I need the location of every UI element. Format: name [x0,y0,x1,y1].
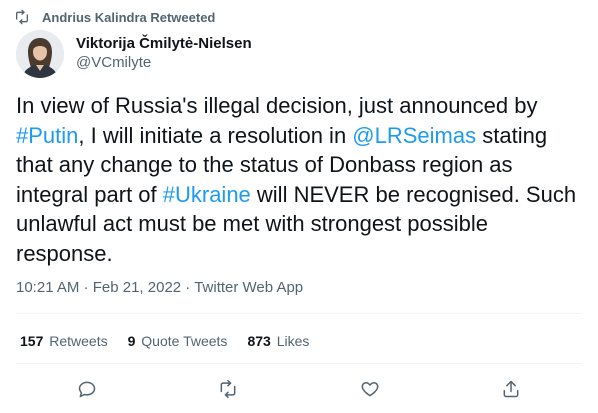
reply-button[interactable] [70,376,104,402]
retweets-label: Retweets [49,333,108,349]
tweet-text-segment: , I will initiate a resolution in [78,122,353,148]
tweet-source[interactable]: Twitter Web App [194,279,303,296]
retweets-count: 157 [20,333,44,349]
tweet-time[interactable]: 10:21 AM [16,279,79,296]
tweet-text: In view of Russia's illegal decision, ju… [16,91,582,268]
author-name[interactable]: Viktorija Čmilytė-Nielsen [76,34,252,53]
quote-tweets-label: Quote Tweets [141,333,228,349]
tweet-meta: 10:21 AM · Feb 21, 2022 · Twitter Web Ap… [16,279,303,296]
retweet-button[interactable] [211,376,245,402]
hashtag-ukraine-link[interactable]: #Ukraine [163,182,251,207]
meta-separator: · [181,279,195,296]
tweet-date[interactable]: Feb 21, 2022 [93,279,181,296]
retweets-stat[interactable]: 157 Retweets [20,333,108,349]
tweet-stats: 157 Retweets 9 Quote Tweets 873 Likes [20,333,309,349]
retweet-icon [220,379,236,399]
retweet-context-label: Andrius Kalindra Retweeted [42,9,216,25]
avatar[interactable] [16,30,64,78]
quote-tweets-stat[interactable]: 9 Quote Tweets [128,333,228,349]
quote-tweets-count: 9 [127,333,136,349]
divider [16,363,582,364]
likes-label: Likes [276,333,310,349]
likes-count: 873 [247,333,271,349]
like-icon [361,382,379,397]
retweet-context[interactable]: Andrius Kalindra Retweeted [14,8,215,26]
hashtag-putin-link[interactable]: #Putin [16,123,78,148]
likes-stat[interactable]: 873 Likes [247,333,309,349]
avatar-image [16,30,64,78]
share-icon [503,380,519,398]
author-block[interactable]: Viktorija Čmilytė-Nielsen @VCmilyte [76,34,252,72]
mention-lrseimas-link[interactable]: @LRSeimas [352,123,476,148]
retweet-icon [16,9,28,25]
reply-icon [78,381,95,398]
like-button[interactable] [353,376,387,402]
divider [16,313,582,314]
tweet-text-segment: In view of Russia's illegal decision, ju… [16,93,538,118]
meta-separator: · [79,279,93,296]
author-handle[interactable]: @VCmilyte [76,53,252,72]
action-bar [16,376,582,402]
share-button[interactable] [494,376,528,402]
